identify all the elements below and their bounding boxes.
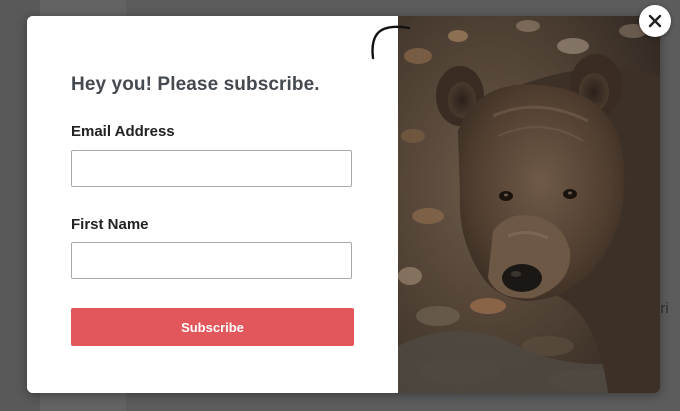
close-icon: [648, 14, 662, 28]
bear-image: [398, 16, 660, 393]
subscribe-modal: Hey you! Please subscribe. Email Address…: [27, 16, 660, 393]
first-name-label: First Name: [71, 216, 149, 233]
subscribe-button[interactable]: Subscribe: [71, 308, 354, 346]
first-name-field[interactable]: [71, 242, 352, 279]
modal-title: Hey you! Please subscribe.: [71, 74, 320, 95]
email-label: Email Address: [71, 123, 175, 140]
close-button[interactable]: [639, 5, 671, 37]
form-pane: Hey you! Please subscribe. Email Address…: [27, 16, 398, 393]
bear-photo: [398, 16, 660, 393]
email-field[interactable]: [71, 150, 352, 187]
